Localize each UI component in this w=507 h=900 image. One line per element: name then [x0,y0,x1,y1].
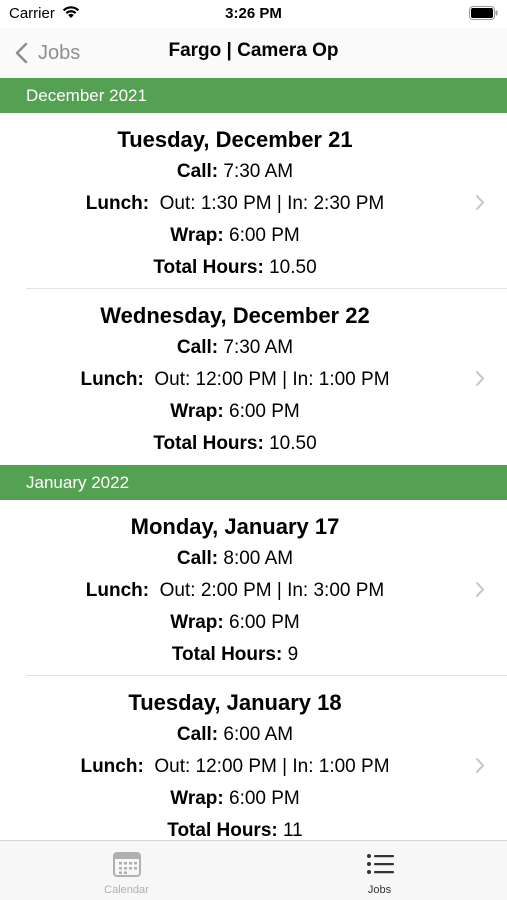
call-time: Call: 7:30 AM [0,161,470,183]
call-time: Call: 6:00 AM [0,724,470,746]
battery-icon [469,6,498,20]
tab-calendar-label: Calendar [104,884,149,896]
call-label: Call: [176,548,219,569]
list-icon [367,854,394,874]
lunch-value: Out: 12:00 PM | In: 1:00 PM [154,756,390,777]
lunch-time: Lunch: Out: 1:30 PM | In: 2:30 PM [0,193,470,215]
wrap-label: Wrap: [170,788,224,809]
row-date: Tuesday, January 18 [128,690,342,715]
tab-calendar[interactable]: Calendar [0,841,253,900]
lunch-label: Lunch: [80,756,144,777]
calendar-icon [113,852,141,877]
tab-jobs[interactable]: Jobs [253,841,506,900]
lunch-time: Lunch: Out: 12:00 PM | In: 1:00 PM [0,369,470,391]
wrap-time: Wrap: 6:00 PM [0,788,470,810]
total-label: Total Hours: [153,433,264,454]
call-label: Call: [176,161,219,182]
wrap-value: 6:00 PM [229,788,300,809]
lunch-value: Out: 12:00 PM | In: 1:00 PM [154,369,390,390]
section-header: January 2022 [0,465,507,500]
wrap-value: 6:00 PM [229,401,300,422]
call-value: 7:30 AM [223,337,294,358]
schedule-row[interactable]: Wednesday, December 22 Call: 7:30 AM Lun… [0,289,507,465]
schedule-row[interactable]: Tuesday, January 18 Call: 6:00 AM Lunch:… [0,676,507,840]
total-value: 10.50 [269,257,317,278]
call-value: 8:00 AM [223,548,294,569]
chevron-right-icon [476,371,484,386]
call-label: Call: [176,724,219,745]
wrap-time: Wrap: 6:00 PM [0,612,470,634]
row-date: Monday, January 17 [130,514,340,539]
call-label: Call: [176,337,219,358]
total-hours: Total Hours: 10.50 [0,257,470,279]
chevron-right-icon [476,195,484,210]
wrap-label: Wrap: [170,225,224,246]
lunch-time: Lunch: Out: 2:00 PM | In: 3:00 PM [0,580,470,602]
lunch-value: Out: 1:30 PM | In: 2:30 PM [159,193,385,214]
schedule-row[interactable]: Monday, January 17 Call: 8:00 AM Lunch: … [0,500,507,676]
call-time: Call: 7:30 AM [0,337,470,359]
call-value: 7:30 AM [223,161,294,182]
lunch-label: Lunch: [85,193,150,214]
call-value: 6:00 AM [223,724,294,745]
wrap-value: 6:00 PM [229,225,300,246]
tab-bar: Calendar Jobs [0,840,507,900]
wrap-label: Wrap: [170,612,224,633]
wrap-value: 6:00 PM [229,612,300,633]
chevron-right-icon [476,758,484,773]
schedule-row[interactable]: Tuesday, December 21 Call: 7:30 AM Lunch… [0,113,507,289]
total-hours: Total Hours: 10.50 [0,433,470,455]
status-bar: Carrier 3:26 PM [0,0,507,28]
section-header: December 2021 [0,78,507,113]
page-title: Fargo | Camera Op [168,40,339,61]
total-hours: Total Hours: 11 [0,820,470,840]
lunch-time: Lunch: Out: 12:00 PM | In: 1:00 PM [0,756,470,778]
lunch-label: Lunch: [80,369,144,390]
lunch-value: Out: 2:00 PM | In: 3:00 PM [159,580,385,601]
navigation-bar: Jobs Fargo | Camera Op [0,28,507,78]
row-date: Wednesday, December 22 [100,303,370,328]
chevron-right-icon [476,582,484,597]
total-value: 10.50 [269,433,317,454]
total-value: 11 [283,820,303,840]
total-label: Total Hours: [153,257,264,278]
wrap-time: Wrap: 6:00 PM [0,401,470,423]
tab-jobs-label: Jobs [367,884,392,896]
call-time: Call: 8:00 AM [0,548,470,570]
schedule-list[interactable]: December 2021 Tuesday, December 21 Call:… [0,78,507,840]
row-date: Tuesday, December 21 [117,127,353,152]
wrap-time: Wrap: 6:00 PM [0,225,470,247]
wrap-label: Wrap: [170,401,224,422]
total-label: Total Hours: [171,644,283,665]
total-hours: Total Hours: 9 [0,644,470,666]
lunch-label: Lunch: [85,580,150,601]
total-label: Total Hours: [167,820,278,840]
status-time: 3:26 PM [225,5,282,22]
total-value: 9 [287,644,299,665]
